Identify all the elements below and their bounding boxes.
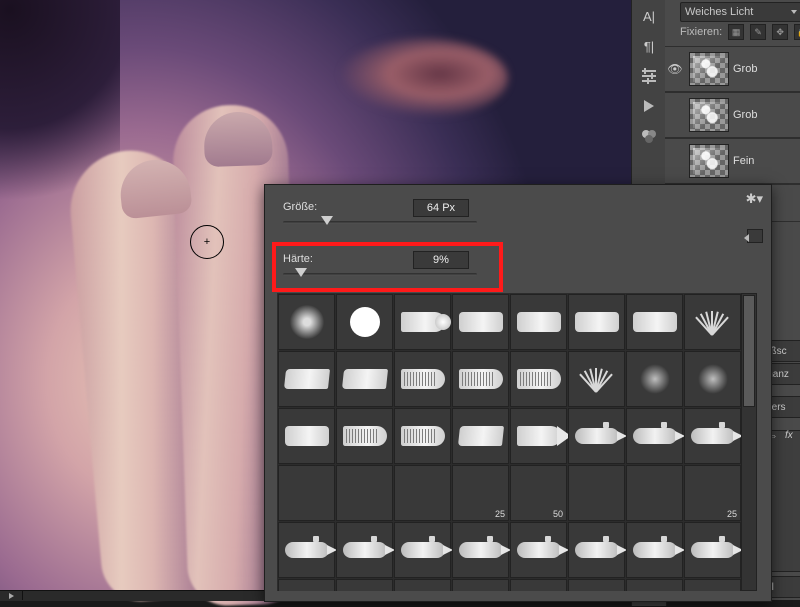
panel-collapse-icon[interactable] [747, 229, 763, 243]
brush-preset[interactable] [394, 408, 451, 464]
brush-preset[interactable] [568, 408, 625, 464]
brush-preset[interactable] [336, 465, 393, 521]
brush-preset[interactable] [684, 522, 741, 578]
brush-preset[interactable] [568, 579, 625, 591]
brush-preset[interactable] [626, 408, 683, 464]
brush-preset[interactable] [336, 579, 393, 591]
brush-preset[interactable] [510, 351, 567, 407]
brush-preset[interactable]: 50 [278, 579, 335, 591]
size-track[interactable] [283, 221, 477, 224]
hardness-thumb[interactable] [295, 268, 307, 277]
brush-preset[interactable] [394, 465, 451, 521]
brush-preset[interactable] [510, 294, 567, 350]
eye-icon[interactable] [665, 154, 685, 168]
brush-grid: 25 50 25 50 25 [277, 293, 741, 591]
fx-footer-icon[interactable]: fx [785, 430, 793, 441]
size-label: Größe: [283, 201, 343, 213]
character-icon[interactable]: A| [639, 6, 659, 26]
brush-preset[interactable] [510, 408, 567, 464]
lock-label: Fixieren: [680, 26, 722, 38]
brush-preset[interactable] [626, 579, 683, 591]
brush-cursor [190, 225, 224, 259]
brush-preset[interactable] [278, 294, 335, 350]
hardness-label: Härte: [283, 253, 343, 265]
brush-preset[interactable] [568, 351, 625, 407]
layer-thumbnail[interactable] [689, 144, 729, 178]
gear-icon[interactable]: ✱▾ [746, 191, 763, 207]
brush-preset[interactable] [568, 465, 625, 521]
brush-preset[interactable] [336, 522, 393, 578]
actions-play-icon[interactable] [639, 96, 659, 116]
brush-preset[interactable] [568, 294, 625, 350]
layer-row[interactable]: Fein [665, 138, 800, 184]
blend-mode-value: Weiches Licht [685, 6, 753, 18]
brush-preset[interactable]: 25 [394, 579, 451, 591]
paragraph-icon[interactable]: ¶| [639, 36, 659, 56]
brush-preset[interactable] [394, 522, 451, 578]
brush-preset[interactable] [626, 351, 683, 407]
canvas-shadow [338, 38, 508, 118]
brush-scrollbar[interactable] [741, 293, 757, 591]
sliders-icon[interactable] [639, 66, 659, 86]
brush-preset[interactable] [394, 294, 451, 350]
lock-move-icon[interactable]: ✥ [772, 24, 788, 40]
brush-size-caption: 25 [727, 509, 737, 519]
lock-all-icon[interactable]: 🔒 [794, 24, 800, 40]
layer-thumbnail[interactable] [689, 52, 729, 86]
layer-name: Grob [733, 109, 757, 121]
brush-preset[interactable] [336, 294, 393, 350]
brush-preset-popover: ✱▾ Größe: 64 Px Härte: 9% 25 50 25 50 25 [264, 184, 772, 602]
brush-preset[interactable] [568, 522, 625, 578]
swatches-icon[interactable] [639, 126, 659, 146]
brush-preset[interactable] [336, 408, 393, 464]
brush-preset[interactable] [510, 579, 567, 591]
size-value[interactable]: 64 Px [413, 199, 469, 217]
lock-row: Fixieren: ▦ ✎ ✥ 🔒 [680, 24, 800, 40]
hardness-slider[interactable]: Härte: 9% [283, 253, 483, 265]
lock-transparent-icon[interactable]: ▦ [728, 24, 744, 40]
brush-preset[interactable] [684, 351, 741, 407]
brush-preset[interactable]: 25 [452, 465, 509, 521]
brush-preset[interactable] [394, 351, 451, 407]
brush-preset[interactable] [278, 351, 335, 407]
brush-preset[interactable] [452, 294, 509, 350]
scrollbar-handle[interactable] [743, 295, 755, 407]
brush-preset[interactable] [452, 351, 509, 407]
layer-row[interactable]: 👁 Grob [665, 46, 800, 92]
brush-preset[interactable] [278, 465, 335, 521]
brush-preset[interactable] [510, 522, 567, 578]
brush-preset[interactable] [336, 351, 393, 407]
brush-preset[interactable] [452, 408, 509, 464]
brush-preset[interactable]: 25 [684, 465, 741, 521]
hardness-value[interactable]: 9% [413, 251, 469, 269]
eye-icon[interactable]: 👁 [665, 62, 685, 76]
hardness-track[interactable] [283, 273, 477, 276]
brush-size-caption: 50 [553, 509, 563, 519]
blend-mode-dropdown[interactable]: Weiches Licht [680, 2, 800, 22]
brush-size-caption: 25 [495, 509, 505, 519]
brush-preset[interactable] [452, 579, 509, 591]
layer-thumbnail[interactable] [689, 98, 729, 132]
brush-preset[interactable] [684, 579, 741, 591]
size-slider[interactable]: Größe: 64 Px [283, 201, 483, 213]
brush-preset[interactable] [452, 522, 509, 578]
brush-preset[interactable] [626, 465, 683, 521]
brush-preset[interactable] [684, 408, 741, 464]
brush-preset[interactable] [278, 522, 335, 578]
layer-name: Grob [733, 63, 757, 75]
chevron-down-icon [791, 10, 797, 14]
lock-brush-icon[interactable]: ✎ [750, 24, 766, 40]
brush-preset[interactable] [626, 294, 683, 350]
brush-preset[interactable]: 50 [510, 465, 567, 521]
brush-preset[interactable] [626, 522, 683, 578]
layer-name: Fein [733, 155, 754, 167]
play-icon[interactable] [0, 591, 23, 600]
layer-row[interactable]: Grob [665, 92, 800, 138]
size-thumb[interactable] [321, 216, 333, 225]
brush-preset[interactable] [684, 294, 741, 350]
eye-icon[interactable] [665, 108, 685, 122]
brush-preset[interactable] [278, 408, 335, 464]
